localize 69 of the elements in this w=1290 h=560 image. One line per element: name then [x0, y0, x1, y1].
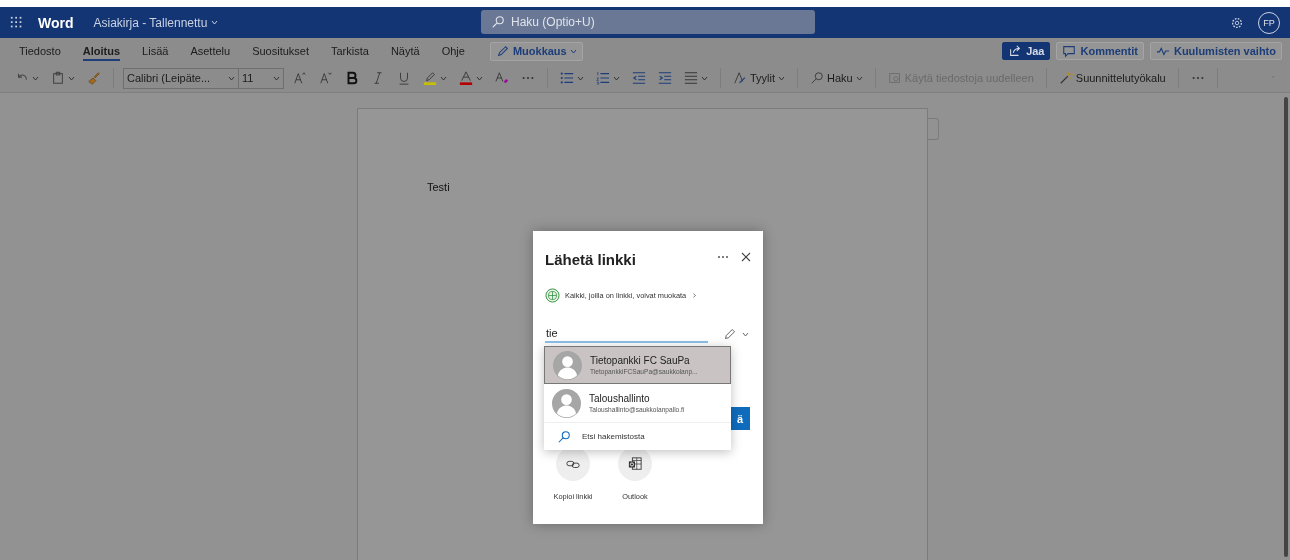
document-text: Testi	[427, 181, 450, 193]
font-color-icon	[459, 71, 473, 85]
globe-icon	[545, 288, 560, 303]
clear-formatting-icon	[495, 71, 509, 85]
close-icon[interactable]	[741, 251, 751, 262]
app-name: Word	[38, 14, 74, 31]
ribbon-tab[interactable]: Aloitus	[71, 38, 132, 64]
decrease-indent-icon	[632, 71, 646, 85]
ribbon-action-button[interactable]: Kommentit	[1056, 42, 1144, 60]
app-launcher-icon[interactable]	[10, 15, 24, 30]
ribbon-tab[interactable]: Näytä	[379, 38, 431, 64]
ribbon-action-button[interactable]: Jaa	[1002, 42, 1051, 60]
ribbon-tab[interactable]: Suositukset	[241, 38, 320, 64]
underline-icon	[397, 71, 411, 85]
pencil-icon[interactable]	[724, 328, 736, 340]
caret-icon	[613, 75, 620, 81]
caret-icon	[778, 75, 786, 81]
ribbon-tab[interactable]: Asettelu	[179, 38, 242, 64]
person-icon	[553, 350, 582, 380]
caret-icon	[32, 75, 39, 81]
paintbrush-icon	[87, 71, 101, 85]
caret-icon	[211, 20, 219, 25]
directory-search-item[interactable]: Etsi hakemistosta	[544, 422, 731, 450]
clipboard-icon	[51, 71, 65, 85]
shrink-font-icon	[319, 71, 333, 85]
caret-icon	[577, 75, 584, 81]
increase-indent-icon	[658, 71, 672, 85]
toolbar-button[interactable]: Tyylit	[730, 67, 789, 89]
pulse-icon	[1155, 44, 1170, 58]
caret-icon	[855, 75, 863, 81]
highlighter-icon	[423, 71, 437, 85]
pencil-icon	[495, 44, 510, 58]
caret-icon	[68, 75, 75, 81]
caret-icon	[476, 75, 483, 81]
contact-name: Taloushallinto	[589, 393, 651, 404]
comment-icon	[1062, 44, 1077, 58]
numbered-list-icon	[596, 71, 610, 85]
styles-icon	[733, 71, 747, 85]
search-icon	[810, 71, 825, 85]
toolbar-button[interactable]: Haku	[807, 67, 866, 89]
settings-icon[interactable]	[1230, 15, 1244, 30]
caret-icon	[440, 75, 447, 81]
document-search-icon	[887, 71, 902, 85]
chevron-right-icon	[691, 293, 699, 298]
magic-wand-icon	[1058, 71, 1073, 85]
document-title[interactable]: Asiakirja - Tallennettu	[87, 14, 225, 31]
search-field[interactable]: Haku (Optio+U)	[481, 10, 815, 34]
caret-icon	[569, 48, 577, 54]
dialog-title: Lähetä linkki	[545, 251, 636, 268]
ribbon-tab[interactable]: Tarkista	[320, 38, 380, 64]
caret-icon	[701, 75, 708, 81]
align-icon	[684, 71, 698, 85]
share-icon	[1008, 44, 1023, 58]
ribbon-tab[interactable]: Lisää	[131, 38, 180, 64]
more-icon[interactable]	[717, 254, 729, 259]
search-icon	[557, 429, 571, 444]
bullet-list-icon	[560, 71, 574, 85]
scrollbar[interactable]	[1284, 97, 1288, 557]
ribbon-action-button[interactable]: Kuulumisten vaihto	[1149, 42, 1282, 60]
editing-mode-button[interactable]: Muokkaus	[489, 41, 583, 61]
toolbar-button[interactable]: Suunnittelutyökalu	[1055, 67, 1169, 89]
ribbon-tab[interactable]: Ohje	[430, 38, 476, 64]
mail-app-icon	[628, 457, 642, 471]
ribbon-tab[interactable]: Tiedosto	[8, 38, 72, 64]
caret-icon	[742, 331, 749, 337]
bold-icon	[345, 71, 359, 85]
person-icon	[552, 388, 581, 418]
contact-name: Tietopankki FC SauPa	[590, 355, 691, 366]
grow-font-icon	[293, 71, 307, 85]
